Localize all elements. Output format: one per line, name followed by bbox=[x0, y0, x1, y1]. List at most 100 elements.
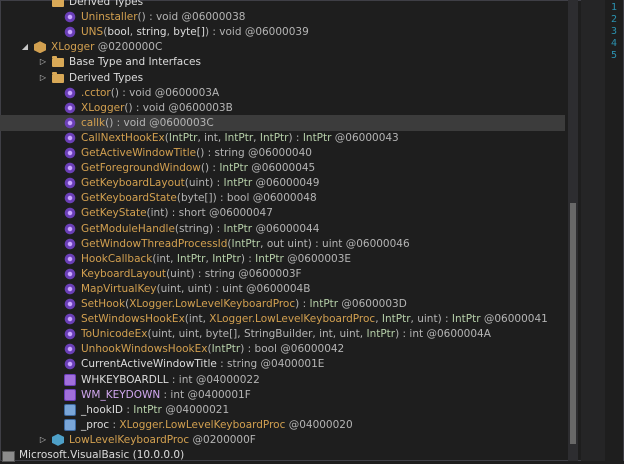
label-segment: Microsoft.VisualBasic (10.0.0.0) bbox=[19, 449, 185, 461]
method-icon bbox=[64, 207, 76, 220]
label-segment: XLogger bbox=[81, 101, 125, 114]
method-icon bbox=[64, 101, 76, 114]
label-segment: ) : bbox=[288, 131, 303, 144]
field-icon bbox=[64, 403, 76, 416]
tree-row[interactable]: KeyboardLayout(uint) : string @0600003F bbox=[0, 266, 565, 282]
collapse-arrow-icon[interactable]: ◢ bbox=[20, 39, 30, 55]
method-icon bbox=[64, 267, 76, 280]
tree-row[interactable]: XLogger() : void @0600003B bbox=[0, 100, 565, 116]
expand-arrow-icon[interactable]: ▷ bbox=[38, 432, 48, 448]
label-segment: ) : bbox=[295, 298, 310, 310]
line-number: 3 bbox=[611, 26, 618, 37]
label-segment: XLogger bbox=[51, 41, 95, 54]
tree-row[interactable]: ▷ LowLevelKeyboardProc @0200000F bbox=[0, 432, 565, 448]
tree-row-label: callk() : void @0600003C bbox=[81, 115, 214, 131]
tree-row[interactable]: GetKeyState(int) : short @06000047 bbox=[0, 205, 565, 221]
label-segment: , bbox=[375, 313, 382, 326]
tree-row[interactable]: SetHook(XLogger.LowLevelKeyboardProc) : … bbox=[0, 296, 565, 312]
tree-row[interactable]: WHKEYBOARDLL : int @04000022 bbox=[0, 372, 565, 388]
tree-row[interactable]: WM_KEYDOWN : int @0400001F bbox=[0, 387, 565, 403]
tree-row-label: XLogger() : void @0600003B bbox=[81, 100, 233, 116]
tree-row[interactable]: ▷ Derived Types bbox=[0, 70, 565, 86]
field-icon bbox=[64, 418, 76, 431]
label-segment: ) : bool @06000042 bbox=[240, 343, 345, 356]
label-segment: ) : bbox=[240, 252, 256, 265]
line-number: 1 bbox=[611, 2, 618, 13]
method-icon bbox=[64, 328, 76, 341]
tree-row-label: ToUnicodeEx(uint, uint, byte[], StringBu… bbox=[81, 326, 491, 342]
label-segment: @06000041 bbox=[480, 313, 548, 326]
label-segment: XLogger.LowLevelKeyboardProc bbox=[209, 313, 376, 326]
method-icon bbox=[64, 116, 76, 129]
label-segment: CallNextHookEx bbox=[81, 131, 165, 144]
tree-row[interactable]: ◢ XLogger @0200000C bbox=[0, 39, 565, 55]
tree-row-label: UNS(bool, string, byte[]) : void @060000… bbox=[81, 24, 309, 40]
expand-arrow-icon[interactable]: ▷ bbox=[38, 54, 48, 70]
label-segment: () : void @0600003C bbox=[105, 116, 214, 129]
label-segment: .cctor bbox=[81, 86, 111, 99]
tree-row-label: KeyboardLayout(uint) : string @0600003F bbox=[81, 266, 302, 282]
tree-row[interactable]: HookCallback(int, IntPtr, IntPtr) : IntP… bbox=[0, 251, 565, 267]
label-segment: , int, bbox=[197, 131, 225, 144]
label-segment: string bbox=[136, 26, 167, 39]
tree-row[interactable]: GetModuleHandle(string) : IntPtr @060000… bbox=[0, 221, 565, 237]
tree-row[interactable]: _hookID : IntPtr @04000021 bbox=[0, 402, 565, 418]
tree-row[interactable]: MapVirtualKey(uint, uint) : uint @060000… bbox=[0, 281, 565, 297]
tree-row[interactable]: CurrentActiveWindowTitle : string @04000… bbox=[0, 356, 565, 372]
tree-row[interactable]: GetKeyboardState(byte[]) : bool @0600004… bbox=[0, 190, 565, 206]
label-segment: IntPtr bbox=[212, 252, 241, 265]
label-segment: @06000043 bbox=[331, 131, 399, 144]
tree-row[interactable]: GetActiveWindowTitle() : string @0600004… bbox=[0, 145, 565, 161]
tree-row[interactable]: Uninstaller() : void @06000038 bbox=[0, 9, 565, 25]
tree-row-label: GetKeyboardLayout(uint) : IntPtr @060000… bbox=[81, 175, 319, 191]
tree-scrollbar-thumb[interactable] bbox=[570, 203, 576, 444]
label-segment: UNS bbox=[81, 26, 104, 39]
label-segment: @0600003E bbox=[283, 252, 352, 265]
label-segment: IntPtr bbox=[133, 403, 162, 416]
method-icon bbox=[64, 177, 76, 190]
label-segment: IntPtr bbox=[451, 313, 481, 326]
label-segment: IntPtr bbox=[381, 313, 411, 326]
label-segment: () : void @0600003B bbox=[124, 101, 233, 114]
tree-row[interactable]: callk() : void @0600003C bbox=[0, 114, 565, 131]
tree-row[interactable]: SetWindowsHookEx(int, XLogger.LowLevelKe… bbox=[0, 311, 565, 327]
label-segment: IntPtr bbox=[366, 328, 396, 341]
delegate-icon bbox=[52, 433, 64, 446]
label-segment: callk bbox=[81, 116, 106, 129]
label-segment: : bbox=[123, 403, 134, 416]
method-icon bbox=[64, 237, 76, 250]
label-segment: _proc bbox=[81, 418, 110, 431]
tree-row-label: GetForegroundWindow() : IntPtr @06000045 bbox=[81, 160, 315, 176]
tree-row[interactable]: GetWindowThreadProcessId(IntPtr, out uin… bbox=[0, 236, 565, 252]
method-icon bbox=[64, 282, 76, 295]
constant-icon bbox=[64, 373, 76, 386]
tree-row[interactable]: ToUnicodeEx(uint, uint, byte[], StringBu… bbox=[0, 326, 565, 342]
label-segment: IntPtr bbox=[219, 162, 248, 175]
tree-row-label: SetHook(XLogger.LowLevelKeyboardProc) : … bbox=[81, 296, 407, 312]
tree-row-label: SetWindowsHookEx(int, XLogger.LowLevelKe… bbox=[81, 311, 548, 327]
tree-row[interactable]: UnhookWindowsHookEx(IntPtr) : bool @0600… bbox=[0, 341, 565, 357]
label-segment: MapVirtualKey bbox=[81, 282, 157, 295]
tree-row-label: LowLevelKeyboardProc @0200000F bbox=[69, 432, 256, 448]
tree-row[interactable]: CallNextHookEx(IntPtr, int, IntPtr, IntP… bbox=[0, 130, 565, 146]
tree-row[interactable]: ▷ Base Type and Interfaces bbox=[0, 54, 565, 70]
tree-row-label: .cctor() : void @0600003A bbox=[81, 85, 219, 101]
tree-row[interactable]: _proc : XLogger.LowLevelKeyboardProc @04… bbox=[0, 417, 565, 433]
tree-row[interactable]: UNS(bool, string, byte[]) : void @060000… bbox=[0, 24, 565, 40]
expand-arrow-icon[interactable]: ▷ bbox=[38, 70, 48, 86]
assembly-explorer-tree[interactable]: Derived Types Uninstaller() : void @06000… bbox=[0, 0, 568, 464]
code-editor-pane[interactable]: 12345 bbox=[605, 0, 623, 461]
tree-row[interactable]: GetForegroundWindow() : IntPtr @06000045 bbox=[0, 160, 565, 176]
method-icon bbox=[64, 222, 76, 235]
label-segment: ToUnicodeEx bbox=[81, 328, 148, 341]
label-segment: GetWindowThreadProcessId bbox=[81, 237, 228, 250]
method-icon bbox=[64, 26, 76, 39]
label-segment: () : string @06000040 bbox=[196, 147, 312, 159]
tree-row[interactable]: .cctor() : void @0600003A bbox=[0, 85, 565, 101]
label-segment: HookCallback bbox=[81, 252, 153, 265]
label-segment: , bbox=[253, 131, 260, 144]
label-segment: () : void @0600003A bbox=[110, 86, 220, 99]
label-segment: IntPtr bbox=[223, 222, 253, 235]
pane-splitter[interactable] bbox=[581, 0, 605, 461]
tree-row[interactable]: GetKeyboardLayout(uint) : IntPtr @060000… bbox=[0, 175, 565, 191]
